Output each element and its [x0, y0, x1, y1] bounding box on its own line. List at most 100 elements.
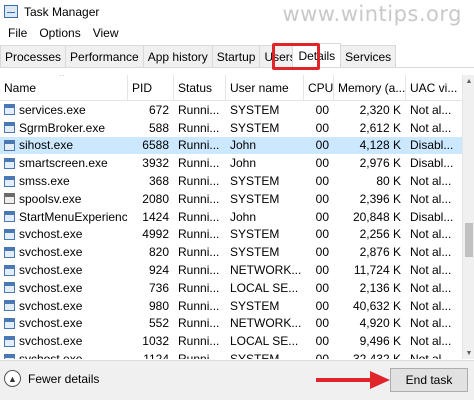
column-header-status[interactable]: Status	[174, 75, 226, 101]
tab-processes[interactable]: Processes	[0, 45, 67, 67]
menu-options[interactable]: Options	[33, 26, 86, 40]
cell-pid: 368	[148, 174, 169, 189]
cell-memory: 2,320 K	[359, 102, 401, 117]
chevron-up-icon: ▲	[4, 370, 21, 387]
cell-cpu: 00	[315, 191, 329, 206]
printer-icon	[4, 193, 15, 205]
cell-pid: 1424	[142, 209, 169, 224]
table-header: Name ⌃ PID Status User name CPU Memory (…	[0, 75, 462, 101]
tab-app-history[interactable]: App history	[142, 45, 213, 67]
process-name: svchost.exe	[19, 298, 83, 313]
process-name: svchost.exe	[19, 352, 82, 359]
table-row[interactable]: spoolsv.exe 2080 Runni... SYSTEM 00 2,396 K No…	[0, 190, 462, 208]
table-row[interactable]: svchost.exe 4992 Runni... SYSTEM 00 2,256 K No…	[0, 226, 462, 244]
menu-view[interactable]: View	[87, 26, 125, 40]
menu-bar: File Options View	[0, 23, 474, 43]
cell-name: smss.exe	[0, 172, 128, 190]
cell-cpu: 00	[315, 316, 329, 331]
vertical-scrollbar[interactable]: ▲ ▼	[462, 75, 474, 359]
process-icon	[4, 211, 15, 223]
process-name: svchost.exe	[19, 316, 83, 331]
cell-pid: 924	[148, 263, 169, 278]
cell-uac-virtualization: Not al...	[410, 102, 452, 117]
tab-details[interactable]: Details	[292, 43, 342, 67]
column-header-memory[interactable]: Memory (a...	[334, 75, 406, 101]
cell-pid: 1032	[142, 334, 169, 349]
scroll-down-icon[interactable]: ▼	[463, 347, 474, 359]
process-icon	[4, 228, 15, 240]
cell-user-name: John	[230, 138, 257, 153]
column-header-uac-virtualization[interactable]: UAC vi...	[406, 75, 462, 101]
cell-uac-virtualization: Not al...	[410, 334, 452, 349]
column-header-user-name[interactable]: User name	[226, 75, 304, 101]
cell-uac-virtualization: Not al...	[410, 174, 452, 189]
menu-file[interactable]: File	[2, 26, 33, 40]
scroll-up-icon[interactable]: ▲	[463, 75, 474, 87]
table-row[interactable]: services.exe 672 Runni... SYSTEM 00 2,320 K No…	[0, 101, 462, 119]
column-header-name[interactable]: Name ⌃	[0, 75, 128, 101]
cell-name: spoolsv.exe	[0, 190, 128, 208]
table-row[interactable]: svchost.exe 820 Runni... SYSTEM 00 2,876 K Not…	[0, 243, 462, 261]
process-name: SgrmBroker.exe	[19, 120, 106, 135]
table-row[interactable]: svchost.exe 1124Runni...SYSTEM0032,432 KN…	[0, 350, 462, 359]
table-row[interactable]: smss.exe 368 Runni... SYSTEM 00 80 K Not al...	[0, 172, 462, 190]
cell-pid: 588	[148, 120, 169, 135]
table-row[interactable]: svchost.exe 1032 Runni... LOCAL SE... 00 9,49…	[0, 332, 462, 350]
table-row[interactable]: sihost.exe 6588 Runni... John 00 4,128 K Disab…	[0, 136, 462, 155]
cell-pid: 736	[148, 280, 169, 295]
tab-bar: Processes Performance App history Startu…	[0, 43, 474, 68]
column-header-pid[interactable]: PID	[128, 75, 174, 101]
table-row[interactable]: SgrmBroker.exe 588 Runni... SYSTEM 00 2,612 K…	[0, 119, 462, 137]
footer-bar: ▲ Fewer details End task	[0, 360, 474, 400]
tab-startup[interactable]: Startup	[211, 45, 261, 67]
tab-users[interactable]: Users	[259, 45, 294, 67]
cell-memory: 40,632 K	[352, 298, 401, 313]
cell-status: Runni...	[178, 298, 220, 313]
column-header-cpu[interactable]: CPU	[304, 75, 334, 101]
cell-uac-virtualization: Not al...	[410, 316, 452, 331]
process-name: svchost.exe	[19, 334, 83, 349]
cell-status: Runni...	[178, 191, 220, 206]
cell-memory: 11,724 K	[353, 263, 401, 278]
table-row[interactable]: svchost.exe 552 Runni... NETWORK... 00 4,920 …	[0, 315, 462, 333]
process-name: svchost.exe	[19, 245, 83, 260]
process-name: smartscreen.exe	[19, 156, 108, 171]
cell-memory: 4,128 K	[359, 138, 401, 153]
process-icon	[4, 264, 15, 276]
cell-name: svchost.exe	[0, 226, 128, 244]
cell-status: Runni...	[178, 334, 220, 349]
tab-performance[interactable]: Performance	[65, 45, 144, 67]
scrollbar-thumb[interactable]	[465, 223, 473, 257]
table-row[interactable]: smartscreen.exe 3932 Runni... John 00 2,976 K…	[0, 154, 462, 172]
cell-status: Runni...	[178, 316, 220, 331]
table-row[interactable]: svchost.exe 980 Runni... SYSTEM 00 40,632 K No…	[0, 297, 462, 315]
cell-pid: 6588	[142, 138, 169, 153]
tab-services[interactable]: Services	[340, 45, 397, 67]
cell-name: smartscreen.exe	[0, 154, 128, 172]
end-task-button[interactable]: End task	[390, 368, 468, 392]
cell-pid: 980	[148, 298, 169, 313]
process-icon	[4, 122, 15, 134]
cell-cpu: 00	[315, 102, 329, 117]
cell-cpu: 00	[315, 334, 329, 349]
cell-pid: 4992	[142, 227, 169, 242]
cell-name: services.exe	[0, 101, 128, 119]
cell-name: svchost.exe	[0, 332, 128, 350]
table-row[interactable]: svchost.exe 736 Runni... LOCAL SE... 00 2,136…	[0, 279, 462, 297]
table-row[interactable]: svchost.exe 924 Runni... NETWORK... 00 11,724…	[0, 261, 462, 279]
cell-name: svchost.exe	[0, 315, 128, 333]
fewer-details-button[interactable]: ▲ Fewer details	[4, 370, 99, 387]
cell-status: Runni...	[178, 209, 220, 224]
cell-pid: 672	[148, 102, 169, 117]
cell-uac-virtualization: Not al...	[410, 227, 452, 242]
cell-uac-virtualization: Not al...	[406, 350, 462, 359]
cell-user-name: SYSTEM	[230, 298, 280, 313]
cell-uac-virtualization: Not al...	[410, 298, 452, 313]
cell-user-name: LOCAL SE...	[230, 280, 299, 295]
cell-pid: 2080	[142, 191, 169, 206]
cell-user-name: SYSTEM	[226, 350, 304, 359]
process-name: services.exe	[19, 102, 86, 117]
table-row[interactable]: StartMenuExperienc... 1424 Runni... John 00 2…	[0, 208, 462, 226]
cell-memory: 2,612 K	[359, 120, 401, 135]
cell-uac-virtualization: Disabl...	[410, 156, 454, 171]
